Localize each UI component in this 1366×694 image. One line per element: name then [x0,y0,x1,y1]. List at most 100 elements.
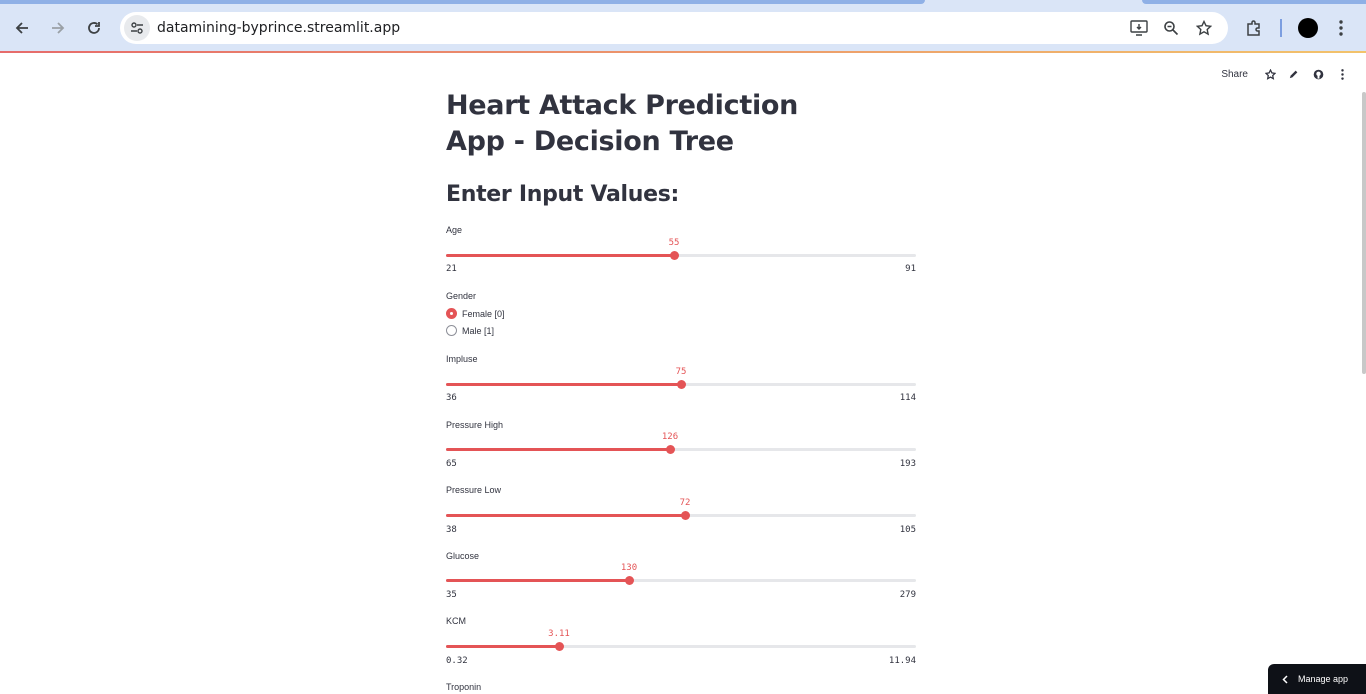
glucose-range: 35 279 [446,590,916,600]
github-icon [1313,69,1323,79]
main-content: Heart Attack Prediction App - Decision T… [446,88,916,692]
radio-option-label: Female [0] [462,308,505,319]
slider-value: 3.11 [548,629,570,639]
slider-fill [446,254,674,257]
reload-button[interactable] [80,14,108,42]
browser-menu-button[interactable] [1329,16,1353,40]
back-button[interactable] [8,14,36,42]
radio-unselected-icon[interactable] [446,325,457,336]
slider-fill [446,514,685,517]
arrow-left-icon [15,22,28,34]
slider-value: 130 [620,563,638,573]
tune-icon [131,22,143,34]
star-icon [1196,20,1212,36]
manage-app-button[interactable]: Manage app [1268,664,1366,694]
troponin-label: Troponin [446,682,482,692]
url-text[interactable]: datamining-byprince.streamlit.app [157,20,400,36]
site-info-button[interactable] [124,15,150,41]
star-icon [1264,68,1276,80]
toolbar-divider [1280,19,1282,37]
gender-label: Gender [446,291,477,301]
slider-thumb[interactable] [677,380,686,389]
impulse-widget: Impluse 75 36 114 [446,354,916,403]
slider-min: 0.32 [446,656,468,666]
glucose-slider[interactable]: 130 [446,563,916,590]
favorite-button[interactable] [1262,66,1278,82]
install-app-button[interactable] [1128,17,1150,39]
slider-max: 11.94 [888,656,916,666]
age-widget: Age 55 21 91 [446,225,916,274]
slider-fill [446,383,681,386]
kebab-menu-icon [1340,68,1344,80]
app-toolbar: Share [1221,66,1350,82]
glucose-label: Glucose [446,551,480,561]
edit-button[interactable] [1286,66,1302,82]
chevron-left-icon [1282,674,1288,684]
page-title: Heart Attack Prediction App - Decision T… [446,90,799,157]
slider-min: 38 [446,525,457,535]
profile-avatar[interactable] [1298,18,1318,38]
pressure-high-range: 65 193 [446,459,916,469]
slider-min: 35 [446,590,457,600]
kcm-widget: KCM 3.11 0.32 11.94 [446,616,916,666]
gender-widget: Gender Female [0] Male [1] [446,291,916,339]
browser-chrome: datamining-byprince.streamlit.app [0,0,1366,52]
glucose-widget: Glucose 130 35 279 [446,551,916,600]
slider-max: 279 [899,590,916,600]
slider-thumb[interactable] [666,445,675,454]
zoom-icon [1164,21,1179,36]
tab-strip-right [1142,0,1366,4]
kcm-label: KCM [446,616,466,626]
app-menu-button[interactable] [1334,66,1350,82]
manage-app-label: Manage app [1298,674,1349,684]
radio-option-label: Male [1] [462,325,495,336]
github-button[interactable] [1310,66,1326,82]
slider-fill [446,448,670,451]
gender-option-female[interactable]: Female [0] [446,305,916,322]
kcm-range: 0.32 11.94 [446,656,916,666]
pressure-high-widget: Pressure High 126 65 193 [446,420,916,469]
zoom-button[interactable] [1160,17,1182,39]
share-button[interactable]: Share [1221,69,1248,80]
section-subheader: Enter Input Values: [446,182,680,207]
gender-option-male[interactable]: Male [1] [446,322,916,339]
radio-selected-icon[interactable] [446,308,457,319]
impulse-label: Impluse [446,354,478,364]
slider-fill [446,579,629,582]
kebab-menu-icon [1339,20,1343,36]
tab-strip-left [0,0,925,4]
slider-value: 126 [661,432,679,442]
slider-thumb[interactable] [625,576,634,585]
impulse-slider[interactable]: 75 [446,367,916,394]
forward-button[interactable] [44,14,72,42]
page-scrollbar[interactable] [1362,92,1366,374]
pressure-low-label: Pressure Low [446,485,502,495]
tab-strip [0,0,1366,5]
arrow-right-icon [52,22,65,34]
page-top-border [0,51,1366,53]
slider-value: 75 [675,367,687,377]
age-label: Age [446,225,463,235]
pressure-low-widget: Pressure Low 72 38 105 [446,485,916,535]
bookmark-button[interactable] [1193,17,1215,39]
pressure-high-label: Pressure High [446,420,504,430]
slider-max: 114 [899,393,916,403]
address-bar[interactable]: datamining-byprince.streamlit.app [120,12,1228,44]
slider-min: 36 [446,393,457,403]
slider-min: 21 [446,264,457,274]
puzzle-icon [1247,20,1260,36]
slider-max: 91 [905,264,916,274]
age-slider[interactable]: 55 [446,238,916,265]
troponin-widget: Troponin [446,682,916,692]
extensions-button[interactable] [1242,16,1266,40]
slider-thumb[interactable] [681,511,690,520]
pressure-high-slider[interactable]: 126 [446,432,916,459]
slider-thumb[interactable] [670,251,679,260]
slider-thumb[interactable] [555,642,564,651]
slider-value: 55 [668,238,680,248]
slider-min: 65 [446,459,457,469]
pressure-low-slider[interactable]: 72 [446,498,916,525]
slider-fill [446,645,559,648]
kcm-slider[interactable]: 3.11 [446,629,916,656]
age-range: 21 91 [446,264,916,274]
